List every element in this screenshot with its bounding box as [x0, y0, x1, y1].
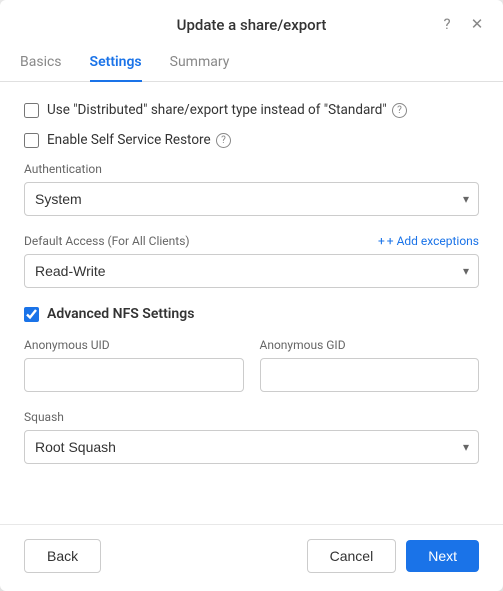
self-service-checkbox[interactable]: [24, 133, 39, 148]
distributed-row: Use "Distributed" share/export type inst…: [24, 102, 479, 118]
modal: Update a share/export ? ✕ Basics Setting…: [0, 0, 503, 591]
default-access-label-row: Default Access (For All Clients) ++ Add …: [24, 234, 479, 248]
default-access-select-wrapper: Read-Write Read-Only No Access ▾: [24, 254, 479, 288]
distributed-label: Use "Distributed" share/export type inst…: [47, 102, 407, 118]
modal-body: Use "Distributed" share/export type inst…: [0, 82, 503, 524]
close-icon[interactable]: ✕: [467, 14, 487, 34]
anon-gid-input[interactable]: [260, 358, 480, 392]
anon-uid-label: Anonymous UID: [24, 338, 244, 352]
anon-uid-field: Anonymous UID: [24, 338, 244, 392]
tab-settings[interactable]: Settings: [90, 48, 142, 82]
modal-header: Update a share/export ? ✕: [0, 0, 503, 34]
anon-gid-field: Anonymous GID: [260, 338, 480, 392]
squash-select[interactable]: Root Squash All Squash No Squash: [24, 430, 479, 464]
next-button[interactable]: Next: [406, 540, 479, 572]
tabs: Basics Settings Summary: [0, 34, 503, 82]
anon-gid-label: Anonymous GID: [260, 338, 480, 352]
self-service-help-icon[interactable]: ?: [216, 133, 231, 148]
default-access-select[interactable]: Read-Write Read-Only No Access: [24, 254, 479, 288]
self-service-row: Enable Self Service Restore ?: [24, 132, 479, 148]
authentication-section: Authentication System Kerberos 5 Kerbero…: [24, 162, 479, 216]
help-icon[interactable]: ?: [437, 14, 457, 34]
authentication-select-wrapper: System Kerberos 5 Kerberos 5i Kerberos 5…: [24, 182, 479, 216]
distributed-checkbox[interactable]: [24, 103, 39, 118]
advanced-nfs-header: Advanced NFS Settings: [24, 306, 479, 322]
squash-section: Squash Root Squash All Squash No Squash …: [24, 410, 479, 464]
cancel-button[interactable]: Cancel: [307, 539, 397, 573]
modal-footer: Back Cancel Next: [0, 524, 503, 591]
back-button[interactable]: Back: [24, 539, 101, 573]
squash-select-wrapper: Root Squash All Squash No Squash ▾: [24, 430, 479, 464]
authentication-label: Authentication: [24, 162, 479, 176]
advanced-nfs-checkbox[interactable]: [24, 307, 39, 322]
squash-label: Squash: [24, 410, 479, 424]
distributed-help-icon[interactable]: ?: [392, 103, 407, 118]
add-exceptions-link[interactable]: ++ Add exceptions: [378, 234, 479, 248]
anon-uid-input[interactable]: [24, 358, 244, 392]
authentication-select[interactable]: System Kerberos 5 Kerberos 5i Kerberos 5…: [24, 182, 479, 216]
modal-header-icons: ? ✕: [437, 14, 487, 34]
uid-gid-row: Anonymous UID Anonymous GID: [24, 338, 479, 392]
advanced-nfs-label: Advanced NFS Settings: [47, 306, 194, 322]
tab-basics[interactable]: Basics: [20, 48, 62, 82]
footer-right: Cancel Next: [307, 539, 479, 573]
tab-summary[interactable]: Summary: [170, 48, 230, 82]
default-access-section: Default Access (For All Clients) ++ Add …: [24, 234, 479, 288]
modal-title: Update a share/export: [177, 16, 327, 34]
advanced-nfs-section: Advanced NFS Settings Anonymous UID Anon…: [24, 306, 479, 464]
self-service-label: Enable Self Service Restore ?: [47, 132, 231, 148]
